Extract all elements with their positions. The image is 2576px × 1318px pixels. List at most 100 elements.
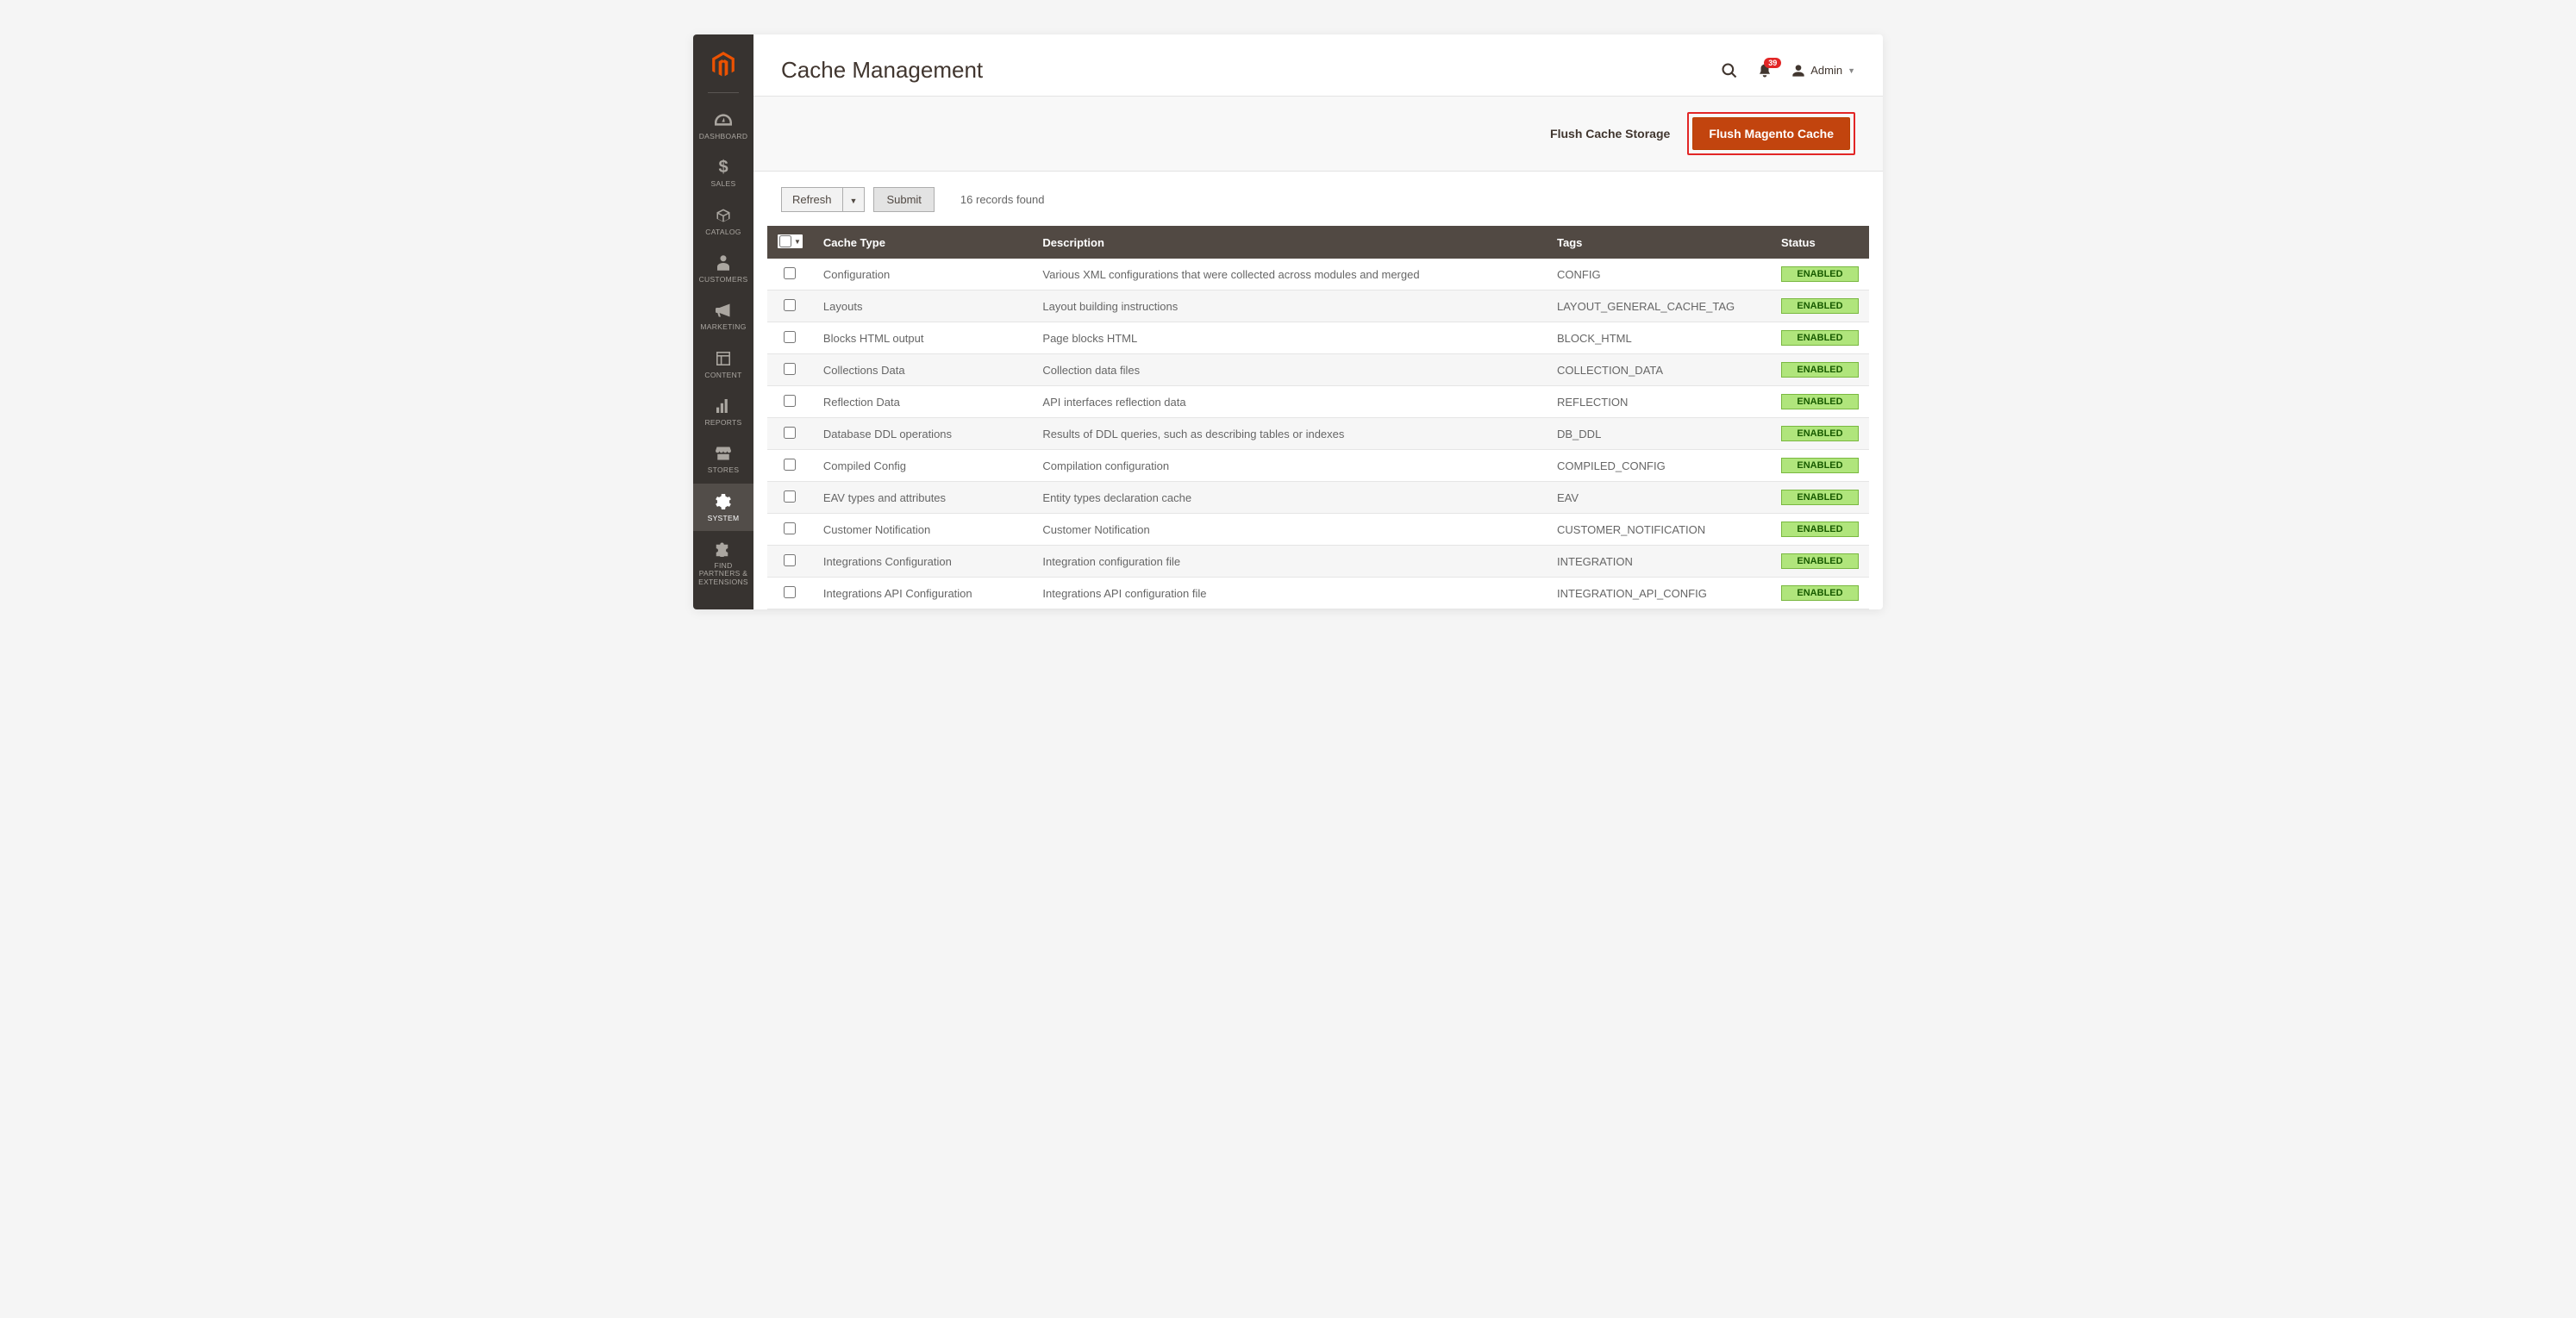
table-row: Reflection DataAPI interfaces reflection…: [767, 386, 1869, 418]
cell-tags: CUSTOMER_NOTIFICATION: [1547, 514, 1771, 546]
cell-cache-type: Integrations API Configuration: [813, 578, 1032, 609]
row-check-cell: [767, 578, 813, 609]
header-status[interactable]: Status: [1771, 226, 1869, 259]
table-row: Integrations API ConfigurationIntegratio…: [767, 578, 1869, 609]
header-description[interactable]: Description: [1032, 226, 1547, 259]
cell-tags: EAV: [1547, 482, 1771, 514]
row-check-cell: [767, 322, 813, 354]
mass-action-value[interactable]: Refresh: [781, 187, 843, 212]
mass-action-caret[interactable]: ▼: [843, 187, 866, 212]
cell-tags: REFLECTION: [1547, 386, 1771, 418]
status-badge: ENABLED: [1781, 553, 1859, 569]
cell-tags: LAYOUT_GENERAL_CACHE_TAG: [1547, 290, 1771, 322]
chevron-down-icon: ▼: [850, 197, 858, 205]
store-icon: [716, 444, 731, 463]
nav-content[interactable]: CONTENT: [693, 340, 753, 388]
dollar-icon: $: [718, 158, 728, 177]
status-badge: ENABLED: [1781, 298, 1859, 314]
highlight-annotation: Flush Magento Cache: [1687, 112, 1855, 155]
row-checkbox[interactable]: [784, 427, 796, 439]
status-badge: ENABLED: [1781, 585, 1859, 601]
cell-description: Layout building instructions: [1032, 290, 1547, 322]
nav-sales[interactable]: $ SALES: [693, 149, 753, 197]
person-icon: [717, 253, 729, 272]
cell-status: ENABLED: [1771, 514, 1869, 546]
cell-tags: CONFIG: [1547, 259, 1771, 290]
notifications-button[interactable]: 39: [1757, 63, 1773, 78]
cell-status: ENABLED: [1771, 418, 1869, 450]
row-check-cell: [767, 482, 813, 514]
cell-tags: INTEGRATION: [1547, 546, 1771, 578]
row-checkbox[interactable]: [784, 522, 796, 534]
cell-description: Compilation configuration: [1032, 450, 1547, 482]
cell-cache-type: Compiled Config: [813, 450, 1032, 482]
page-header: Cache Management 39 Admin ▼: [753, 34, 1883, 96]
nav-label: CUSTOMERS: [699, 276, 748, 284]
mass-action-select[interactable]: Refresh ▼: [781, 187, 865, 212]
nav-partners[interactable]: FIND PARTNERS & EXTENSIONS: [693, 531, 753, 595]
row-checkbox[interactable]: [784, 363, 796, 375]
cell-tags: INTEGRATION_API_CONFIG: [1547, 578, 1771, 609]
puzzle-icon: [716, 540, 731, 559]
nav-label: DASHBOARD: [699, 133, 748, 141]
magento-logo-icon[interactable]: [712, 52, 735, 82]
cell-tags: DB_DDL: [1547, 418, 1771, 450]
status-badge: ENABLED: [1781, 266, 1859, 282]
flush-cache-storage-button[interactable]: Flush Cache Storage: [1550, 127, 1670, 141]
admin-menu[interactable]: Admin ▼: [1791, 64, 1855, 78]
table-row: Blocks HTML outputPage blocks HTMLBLOCK_…: [767, 322, 1869, 354]
table-row: Integrations ConfigurationIntegration co…: [767, 546, 1869, 578]
row-checkbox[interactable]: [784, 395, 796, 407]
search-button[interactable]: [1721, 62, 1738, 79]
table-row: ConfigurationVarious XML configurations …: [767, 259, 1869, 290]
user-icon: [1791, 64, 1805, 78]
row-checkbox[interactable]: [784, 267, 796, 279]
status-badge: ENABLED: [1781, 394, 1859, 409]
search-icon: [1721, 62, 1738, 79]
cell-description: Collection data files: [1032, 354, 1547, 386]
row-checkbox[interactable]: [784, 586, 796, 598]
flush-magento-cache-button[interactable]: Flush Magento Cache: [1692, 117, 1850, 150]
row-checkbox[interactable]: [784, 490, 796, 503]
cell-status: ENABLED: [1771, 259, 1869, 290]
cell-status: ENABLED: [1771, 322, 1869, 354]
select-all-checkbox[interactable]: [779, 235, 791, 247]
nav-stores[interactable]: STORES: [693, 435, 753, 483]
row-checkbox[interactable]: [784, 299, 796, 311]
row-check-cell: [767, 259, 813, 290]
row-check-cell: [767, 386, 813, 418]
cell-cache-type: Database DDL operations: [813, 418, 1032, 450]
header-tags[interactable]: Tags: [1547, 226, 1771, 259]
row-checkbox[interactable]: [784, 554, 796, 566]
app-frame: DASHBOARD $ SALES CATALOG CUSTOMERS MARK…: [693, 34, 1883, 609]
nav-label: CONTENT: [704, 372, 741, 379]
row-checkbox[interactable]: [784, 331, 796, 343]
cell-description: Integrations API configuration file: [1032, 578, 1547, 609]
header-select-all[interactable]: ▼: [767, 226, 813, 259]
cell-description: Customer Notification: [1032, 514, 1547, 546]
nav-system[interactable]: SYSTEM: [693, 484, 753, 531]
status-badge: ENABLED: [1781, 458, 1859, 473]
status-badge: ENABLED: [1781, 490, 1859, 505]
divider: [708, 92, 739, 93]
gear-icon: [716, 492, 731, 511]
submit-button[interactable]: Submit: [873, 187, 934, 212]
header-cache-type[interactable]: Cache Type: [813, 226, 1032, 259]
nav-marketing[interactable]: MARKETING: [693, 292, 753, 340]
nav-reports[interactable]: REPORTS: [693, 388, 753, 435]
status-badge: ENABLED: [1781, 426, 1859, 441]
dashboard-icon: [715, 110, 732, 129]
row-check-cell: [767, 354, 813, 386]
box-icon: [716, 206, 731, 225]
nav-dashboard[interactable]: DASHBOARD: [693, 102, 753, 149]
chevron-down-icon: ▼: [1848, 66, 1855, 75]
nav-label: CATALOG: [705, 228, 741, 236]
cell-cache-type: Reflection Data: [813, 386, 1032, 418]
status-badge: ENABLED: [1781, 522, 1859, 537]
nav-customers[interactable]: CUSTOMERS: [693, 245, 753, 292]
cell-status: ENABLED: [1771, 482, 1869, 514]
row-check-cell: [767, 418, 813, 450]
row-checkbox[interactable]: [784, 459, 796, 471]
nav-catalog[interactable]: CATALOG: [693, 197, 753, 245]
nav-label: REPORTS: [704, 419, 741, 427]
